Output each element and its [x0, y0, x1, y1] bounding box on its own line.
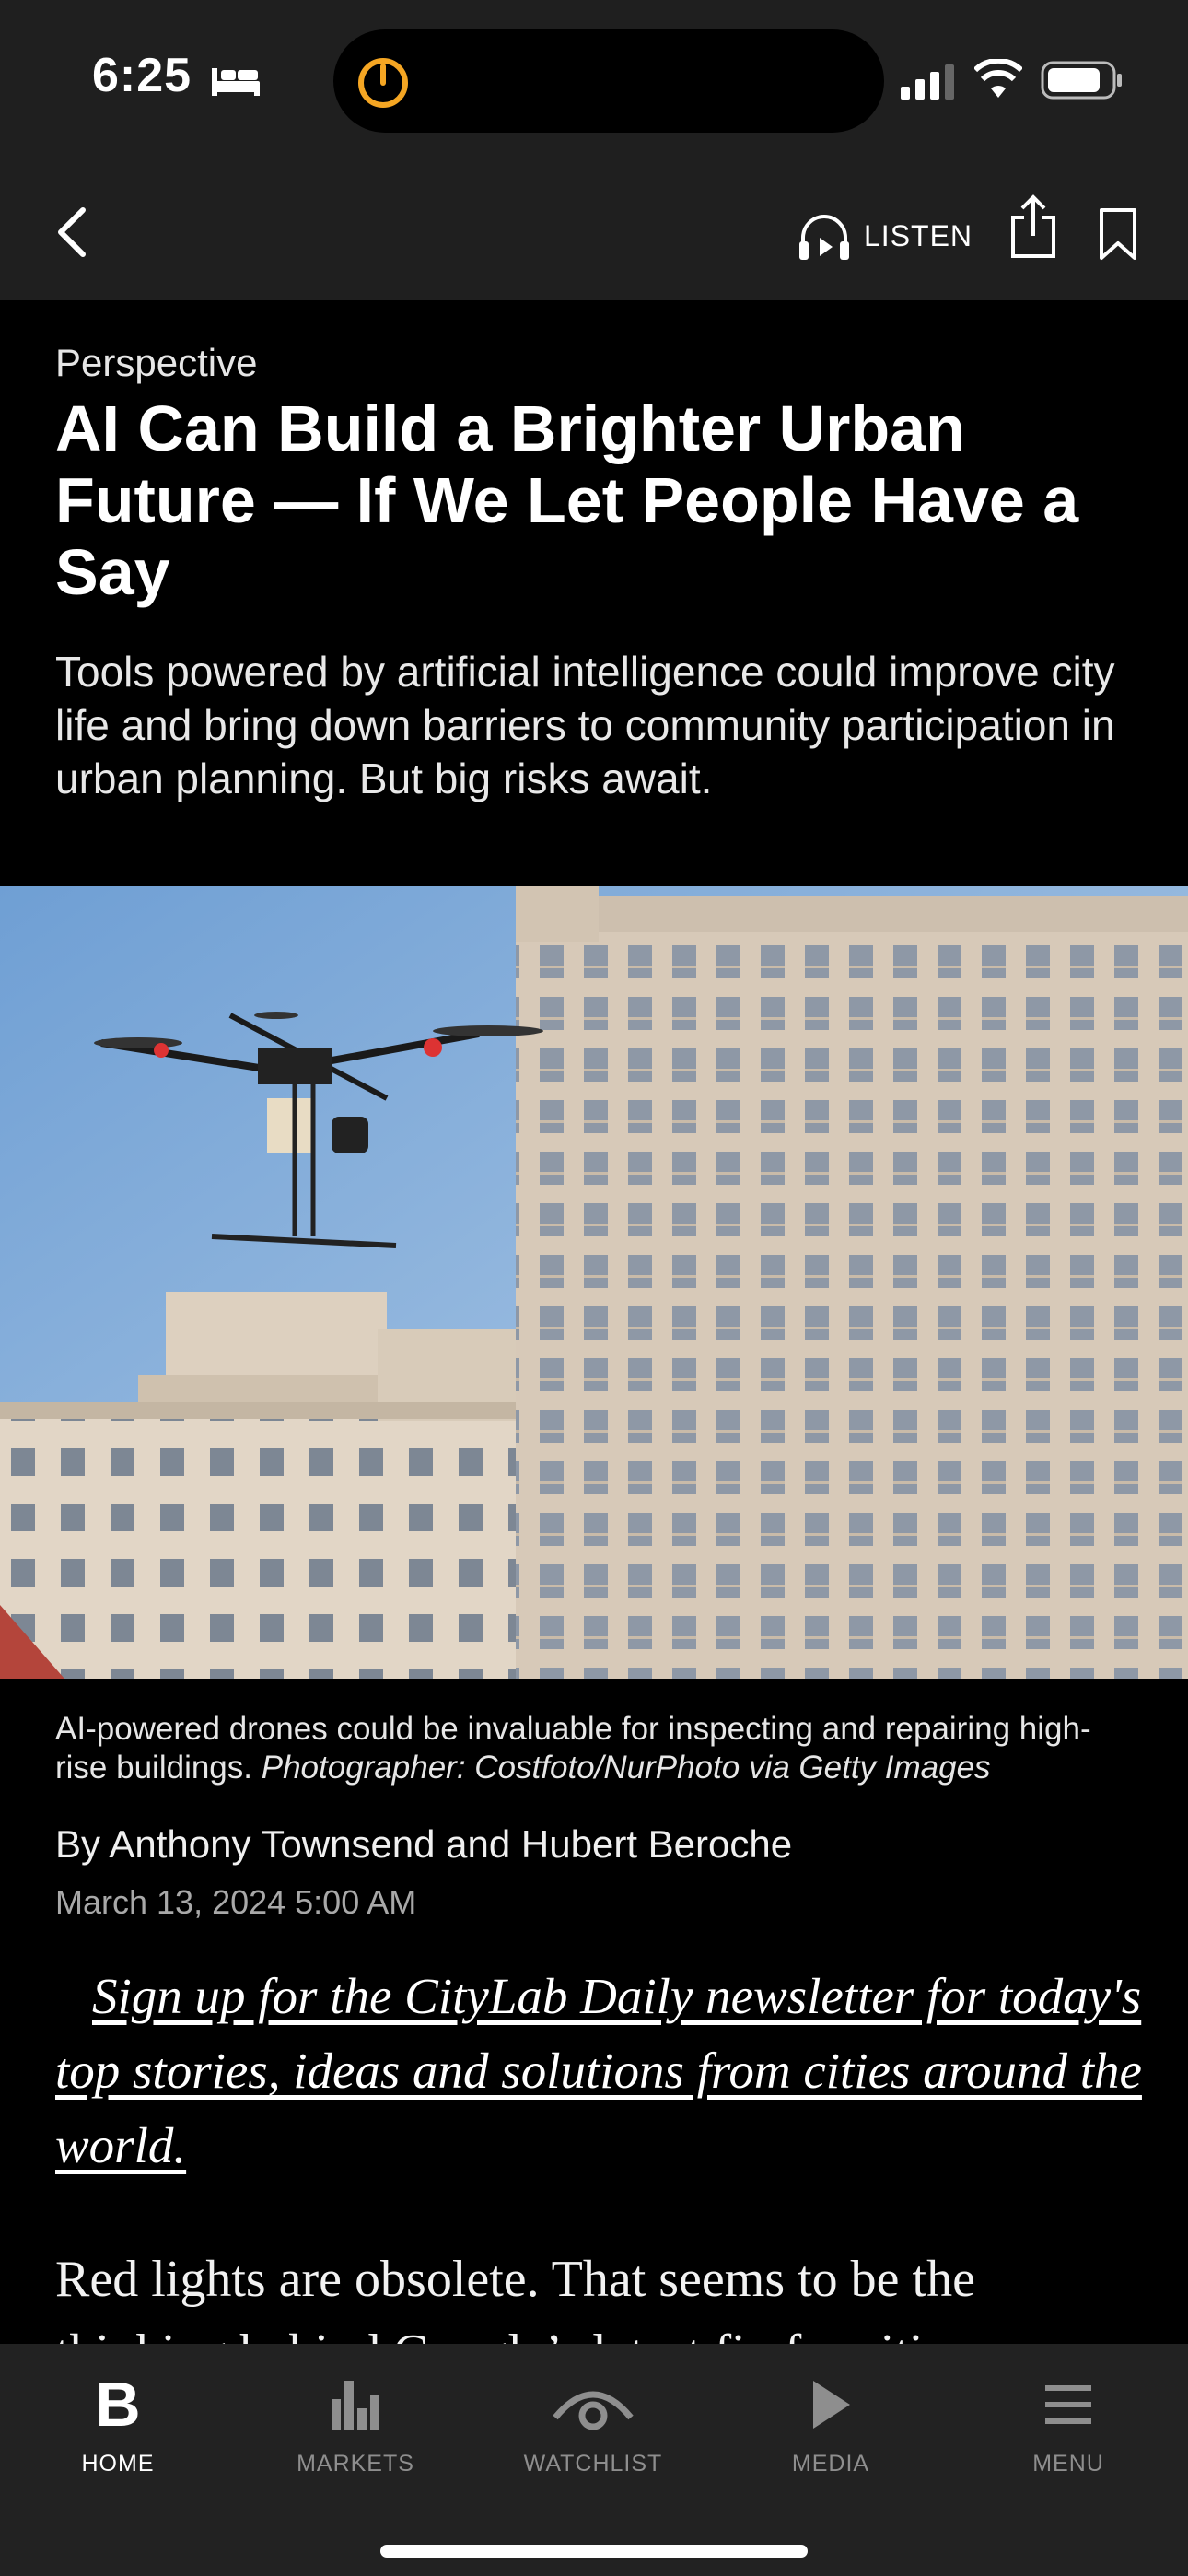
headphones-icon	[799, 215, 849, 260]
tab-watchlist[interactable]: WATCHLIST	[492, 2368, 694, 2506]
tab-home[interactable]: B HOME	[17, 2368, 219, 2506]
hamburger-menu-icon	[1045, 2385, 1091, 2424]
eye-icon	[553, 2391, 634, 2430]
bed-icon	[212, 68, 260, 96]
article-dek: Tools powered by artificial intelligence…	[55, 648, 1115, 802]
article-kicker[interactable]: Perspective	[55, 341, 257, 385]
status-time: 6:25	[92, 49, 192, 102]
battery-icon	[1041, 61, 1122, 100]
article-date: March 13, 2024 5:00 AM	[55, 1883, 417, 1921]
tab-label: MENU	[1032, 2451, 1104, 2476]
article-headline: AI Can Build a Brighter Urban Future — I…	[55, 392, 1079, 608]
tab-markets[interactable]: MARKETS	[254, 2368, 457, 2506]
photo-caption: AI-powered drones could be invaluable fo…	[55, 1710, 1142, 1787]
bloomberg-b-icon: B	[95, 2370, 141, 2440]
photo-credit: Photographer: Costfoto/NurPhoto via Gett…	[261, 1750, 991, 1786]
hero-photo[interactable]	[0, 886, 1188, 1679]
listen-label: LISTEN	[864, 218, 973, 252]
dynamic-island	[333, 29, 884, 133]
wifi-icon	[974, 59, 1022, 98]
bookmark-icon[interactable]	[1098, 206, 1138, 262]
signal-icon	[901, 64, 954, 100]
bottom-tab-bar: B HOME MARKETS WATCHLIST MEDIA MENU	[0, 2344, 1188, 2576]
tab-menu[interactable]: MENU	[967, 2368, 1170, 2506]
tab-media[interactable]: MEDIA	[729, 2368, 932, 2506]
timer-icon	[358, 58, 408, 108]
article-toolbar: LISTEN	[0, 166, 1188, 300]
article-byline[interactable]: By Anthony Townsend and Hubert Beroche	[55, 1822, 792, 1867]
play-icon	[813, 2381, 850, 2429]
tab-label: MARKETS	[297, 2451, 414, 2476]
home-indicator[interactable]	[380, 2545, 808, 2558]
tab-label: HOME	[81, 2451, 155, 2476]
newsletter-promo: Sign up for the CityLab Daily newsletter…	[55, 1959, 1142, 2183]
listen-button[interactable]: LISTEN	[798, 208, 973, 263]
tab-label: WATCHLIST	[523, 2451, 663, 2476]
share-icon[interactable]	[1009, 193, 1057, 260]
status-bar: 6:25	[0, 0, 1188, 166]
body-line: Red lights are obsolete. That seems to b…	[55, 2251, 975, 2308]
tab-label: MEDIA	[791, 2451, 870, 2476]
bar-chart-icon	[332, 2381, 379, 2430]
newsletter-signup-link[interactable]: Sign up for the CityLab Daily newsletter…	[55, 1968, 1142, 2173]
back-chevron-icon[interactable]	[52, 203, 92, 262]
